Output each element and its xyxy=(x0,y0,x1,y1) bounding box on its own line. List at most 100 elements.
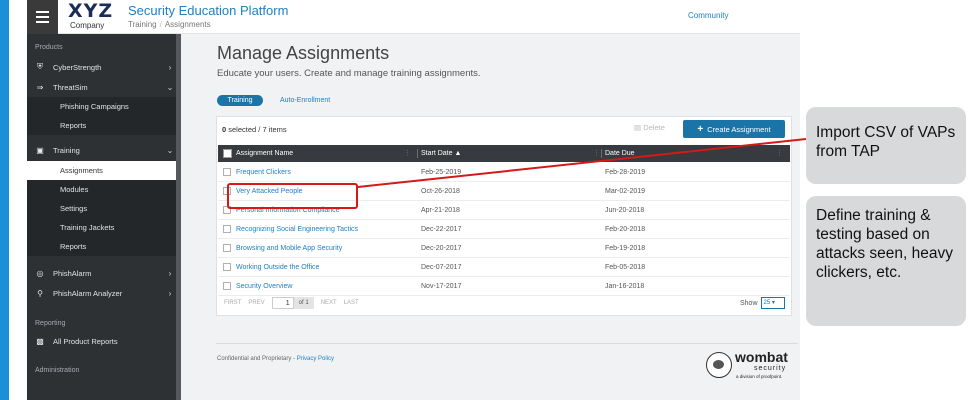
create-assignment-button[interactable]: + Create Assignment xyxy=(683,120,785,138)
menu-toggle-button[interactable] xyxy=(27,0,58,34)
screen: XYZ Company Security Education Platform … xyxy=(0,0,974,400)
page-number-input[interactable]: 1 xyxy=(271,297,294,309)
selection-count: 0 selected / 7 items xyxy=(222,125,287,134)
highlight-box xyxy=(227,183,358,209)
delete-button[interactable]: ▤ Delete xyxy=(634,123,665,132)
page-total: of 1 xyxy=(293,297,314,309)
chevron-down-icon: ⌄ xyxy=(166,145,174,155)
selected-suffix: selected / 7 items xyxy=(228,125,287,134)
tab-auto-enrollment[interactable]: Auto-Enrollment xyxy=(280,95,330,106)
select-all-checkbox[interactable] xyxy=(223,149,232,158)
due-date: Mar-02-2019 xyxy=(605,188,646,195)
start-date: Apr-21-2018 xyxy=(421,207,460,214)
sort-ascending-icon: ▲ xyxy=(454,150,462,157)
company-logo[interactable]: XYZ Company xyxy=(68,2,118,32)
wombat-brand-sub: security xyxy=(754,365,787,372)
sidebar-subitem-reports[interactable]: Reports xyxy=(27,116,177,135)
community-link[interactable]: Community xyxy=(688,11,728,20)
assignment-name-link[interactable]: Frequent Clickers xyxy=(236,163,291,182)
page-size-select[interactable]: 25 ▾ xyxy=(760,297,785,309)
sidebar-subitem-training-reports[interactable]: Reports xyxy=(27,237,177,256)
column-header-due[interactable]: Date Due xyxy=(605,145,635,162)
sidebar-subitem-assignments[interactable]: Assignments xyxy=(27,161,177,180)
column-resize-icon[interactable]: ⋮ xyxy=(404,145,411,162)
table-row[interactable]: Recognizing Social Engineering Tactics D… xyxy=(218,220,790,239)
table-row[interactable]: Working Outside the Office Dec-07-2017 F… xyxy=(218,258,790,277)
assignment-name-link[interactable]: Security Overview xyxy=(236,277,292,296)
row-checkbox[interactable] xyxy=(223,282,231,290)
bar-chart-icon: ▩ xyxy=(36,336,44,346)
column-resize-icon[interactable]: ⋮ xyxy=(776,145,783,162)
column-resize-icon[interactable]: ⋮ xyxy=(593,145,600,162)
assignment-name-link[interactable]: Working Outside the Office xyxy=(236,258,319,277)
chevron-right-icon: › xyxy=(168,268,172,278)
sidebar-item-label: Training xyxy=(53,145,80,155)
sidebar-item-cyberstrength[interactable]: ⛨ CyberStrength › xyxy=(27,57,177,77)
table-header: Assignment Name ⋮ Start Date ▲ ⋮ Date Du… xyxy=(218,145,790,162)
start-date: Feb-25-2019 xyxy=(421,169,462,176)
due-date: Feb-19-2018 xyxy=(605,245,646,252)
row-checkbox[interactable] xyxy=(223,263,231,271)
page-subtitle: Educate your users. Create and manage tr… xyxy=(217,68,481,79)
due-date: Feb-28-2019 xyxy=(605,169,646,176)
tab-training[interactable]: Training xyxy=(217,95,263,106)
sidebar-item-label: ThreatSim xyxy=(53,82,88,92)
row-checkbox[interactable] xyxy=(223,225,231,233)
breadcrumb-assignments: Assignments xyxy=(164,20,211,29)
hamburger-icon xyxy=(36,16,49,18)
sidebar-subitem-phishing-campaigns[interactable]: Phishing Campaigns xyxy=(27,97,177,116)
app-title: Security Education Platform xyxy=(128,3,289,18)
table-row[interactable]: Frequent Clickers Feb-25-2019 Feb-28-201… xyxy=(218,163,790,182)
pagination-next[interactable]: NEXT xyxy=(321,300,337,306)
wombat-brand-tag: a division of proofpoint. xyxy=(736,374,783,379)
assignment-name-link[interactable]: Recognizing Social Engineering Tactics xyxy=(236,220,358,239)
wombat-brand: wombat xyxy=(735,349,788,365)
table-row[interactable]: Security Overview Nov-17-2017 Jan-16-201… xyxy=(218,277,790,296)
start-date: Nov-17-2017 xyxy=(421,283,462,290)
row-checkbox[interactable] xyxy=(223,168,231,176)
sidebar-item-label: All Product Reports xyxy=(53,336,118,346)
pagination-last[interactable]: LAST xyxy=(344,300,359,306)
start-date: Oct-26-2018 xyxy=(421,188,460,195)
column-header-start-label: Start Date xyxy=(421,150,453,157)
top-header: XYZ Company Security Education Platform … xyxy=(27,0,800,34)
plus-icon: + xyxy=(697,123,704,135)
chevron-down-icon: ⌄ xyxy=(166,82,174,92)
sidebar-subitem-training-jackets[interactable]: Training Jackets xyxy=(27,218,177,237)
table-row[interactable]: Browsing and Mobile App Security Dec-20-… xyxy=(218,239,790,258)
shield-icon: ⛨ xyxy=(37,62,43,71)
sidebar-item-all-product-reports[interactable]: ▩ All Product Reports xyxy=(27,331,177,351)
due-date: Jun-20-2018 xyxy=(605,207,645,214)
pagination-first[interactable]: FIRST xyxy=(224,300,241,306)
assignment-name-link[interactable]: Browsing and Mobile App Security xyxy=(236,239,342,258)
sidebar-item-label: PhishAlarm Analyzer xyxy=(53,288,123,298)
sidebar-subitem-settings[interactable]: Settings xyxy=(27,199,177,218)
row-checkbox[interactable] xyxy=(223,244,231,252)
breadcrumb-training[interactable]: Training xyxy=(128,20,157,29)
sidebar-section-products: Products xyxy=(35,44,63,51)
sidebar-subitem-modules[interactable]: Modules xyxy=(27,180,177,199)
create-label: Create Assignment xyxy=(707,124,771,134)
page-size-control: Show 25 ▾ xyxy=(740,297,785,309)
due-date: Feb-05-2018 xyxy=(605,264,646,271)
start-date: Dec-20-2017 xyxy=(421,245,462,252)
privacy-policy-link[interactable]: Privacy Policy xyxy=(297,356,334,362)
fish-icon: ⇒ xyxy=(36,82,44,92)
pagination-prev[interactable]: PREV xyxy=(248,300,264,306)
alarm-icon: ◎ xyxy=(36,268,44,278)
page-size-value: 25 xyxy=(763,300,771,306)
sidebar-item-threatsim[interactable]: ⇒ ThreatSim ⌄ xyxy=(27,77,177,97)
breadcrumb-separator: / xyxy=(159,20,162,29)
column-header-name[interactable]: Assignment Name xyxy=(236,145,293,162)
trash-icon: ▤ xyxy=(634,123,642,132)
start-date: Dec-07-2017 xyxy=(421,264,462,271)
sidebar-item-phishalarm-analyzer[interactable]: ⚲ PhishAlarm Analyzer › xyxy=(27,283,177,303)
due-date: Feb-20-2018 xyxy=(605,226,646,233)
column-header-start[interactable]: Start Date ▲ xyxy=(421,145,461,162)
start-date: Dec-22-2017 xyxy=(421,226,462,233)
sidebar-item-phishalarm[interactable]: ◎ PhishAlarm › xyxy=(27,263,177,283)
monitor-icon: ▣ xyxy=(36,145,44,155)
delete-label: Delete xyxy=(643,123,665,132)
sidebar-item-training[interactable]: ▣ Training ⌄ xyxy=(27,140,177,160)
due-date: Jan-16-2018 xyxy=(605,283,645,290)
